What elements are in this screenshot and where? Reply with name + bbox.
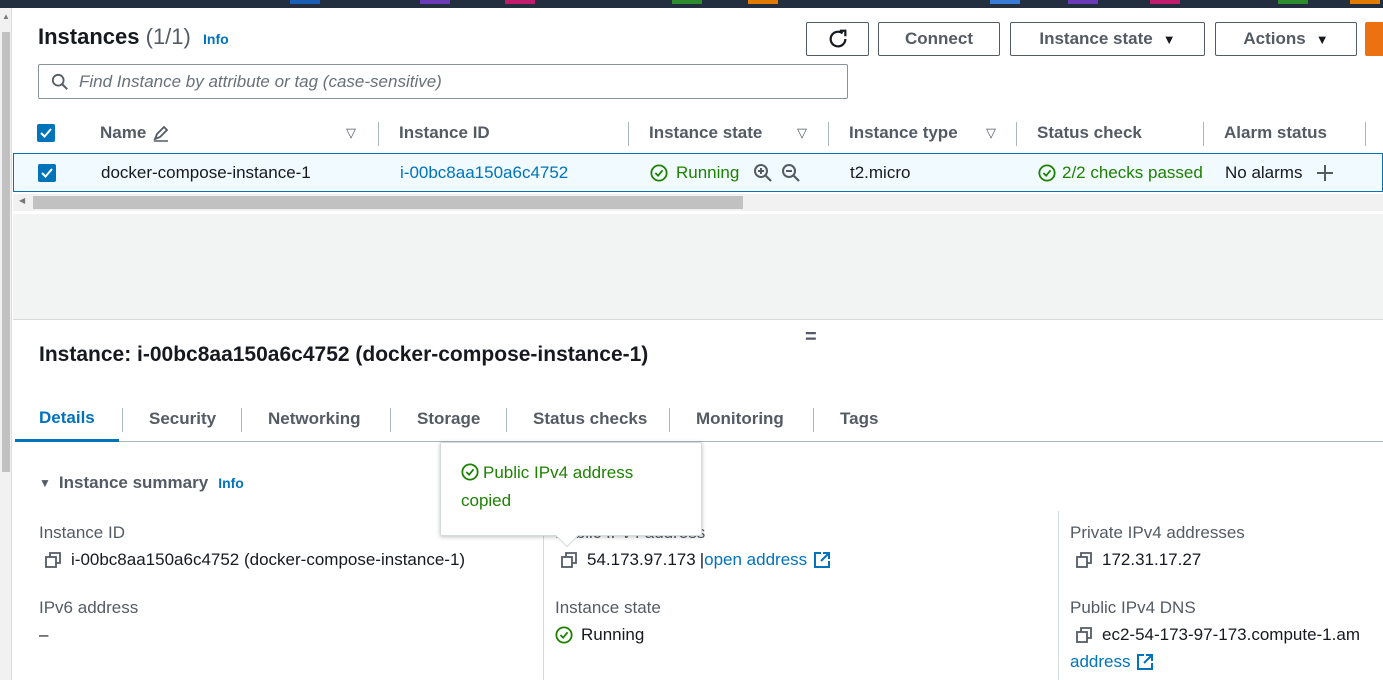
column-header-instance-state[interactable]: Instance state ▽ [649,116,814,150]
ipv6-label: IPv6 address [39,598,139,617]
tab-networking[interactable]: Networking [268,396,361,442]
summary-title: Instance summary [58,473,209,492]
sort-icon[interactable]: ▽ [986,125,996,141]
column-header-instance-id[interactable]: Instance ID [399,116,490,150]
horizontal-scrollbar[interactable]: ◀ [13,194,1383,211]
copy-icon[interactable] [561,552,577,568]
actions-label: Actions [1243,29,1306,48]
copy-icon[interactable] [45,552,61,568]
alarm-text: No alarms [1225,162,1303,182]
column-divider [1058,511,1059,680]
instance-count: (1/1) [145,24,191,49]
checkmark-icon [41,167,53,178]
open-address-link[interactable]: open address [704,550,807,569]
state-text: Running [676,162,740,182]
tab-status-checks[interactable]: Status checks [533,396,647,442]
column-header-name[interactable]: Name ▽ [100,116,375,150]
column-divider [543,511,544,680]
instance-state-button[interactable]: Instance state ▼ [1010,22,1205,56]
row-checkbox[interactable] [38,154,56,191]
drag-handle[interactable]: = [805,326,817,349]
instances-list-panel: Instances (1/1) Info Connect Instance st… [13,8,1383,214]
refresh-button[interactable] [806,22,869,56]
left-scrollbar[interactable]: ▲ [0,8,12,680]
info-link[interactable]: Info [203,31,229,47]
caret-down-icon: ▼ [39,476,51,490]
check-circle-icon [555,626,573,644]
private-ipv4-value: 172.31.17.27 [1076,550,1201,570]
status-check-text: 2/2 checks passed [1062,162,1203,182]
page-title: Instances (1/1) Info [38,24,229,50]
column-header-instance-type[interactable]: Instance type ▽ [849,116,999,150]
caret-down-icon: ▼ [1162,31,1176,47]
scroll-left-arrow-icon[interactable]: ◀ [19,196,25,205]
refresh-icon [829,29,846,48]
actions-button[interactable]: Actions ▼ [1215,22,1357,56]
sort-icon[interactable]: ▽ [346,125,356,141]
tab-storage[interactable]: Storage [417,396,480,442]
zoom-in-icon[interactable] [753,163,773,183]
instance-id-label: Instance ID [39,523,125,542]
instance-state-label: Instance state [555,598,661,617]
edit-pencil-icon [153,125,169,142]
connect-button[interactable]: Connect [878,22,1000,56]
public-dns-value: ec2-54-173-97-173.compute-1.am [1076,625,1360,645]
column-header-status-check[interactable]: Status check [1037,116,1142,150]
public-dns-label: Public IPv4 DNS [1070,598,1196,617]
scrollbar-thumb[interactable] [33,196,743,209]
split-panel-spacer [13,214,1383,320]
search-icon [51,73,68,90]
cell-name: docker-compose-instance-1 [101,162,311,182]
copied-popover: Public IPv4 address copied [440,442,702,548]
check-circle-icon [650,163,668,182]
instance-state-label: Instance state [1039,29,1153,48]
instance-id-value: i-00bc8aa150a6c4752 (docker-compose-inst… [45,550,465,570]
main-content: Instances (1/1) Info Connect Instance st… [13,8,1383,680]
tab-security[interactable]: Security [149,396,216,442]
column-header-alarm-status[interactable]: Alarm status [1224,116,1327,150]
plus-icon[interactable] [1316,164,1334,182]
tab-tags[interactable]: Tags [840,396,878,442]
search-input[interactable] [79,71,839,92]
launch-instances-button[interactable] [1365,22,1383,56]
private-ipv4-label: Private IPv4 addresses [1070,523,1245,542]
scroll-up-arrow-icon[interactable]: ▲ [2,12,10,21]
select-all-checkbox[interactable] [37,116,55,150]
instance-summary-header[interactable]: ▼ Instance summary Info [39,473,244,493]
cell-alarm-status: No alarms [1225,154,1334,191]
copied-message: Public IPv4 address copied [461,463,634,510]
connect-label: Connect [905,29,973,48]
copy-icon[interactable] [1076,627,1092,643]
top-nav-bar [0,0,1383,8]
tab-details[interactable]: Details [15,396,119,442]
check-circle-icon [1038,163,1056,182]
instance-id-link[interactable]: i-00bc8aa150a6c4752 [400,154,568,191]
instance-state-value: Running [555,625,644,645]
checkmark-icon [40,128,52,138]
cell-instance-state: Running [650,154,801,191]
sort-icon[interactable]: ▽ [797,125,807,141]
external-link-icon[interactable] [1136,653,1154,671]
status-check-link[interactable]: 2/2 checks passed [1038,154,1204,191]
tab-bar: Details Security Networking Storage Stat… [15,396,1383,442]
details-title: Instance: i-00bc8aa150a6c4752 (docker-co… [39,343,649,366]
external-link-icon[interactable] [813,551,831,569]
table-row[interactable]: docker-compose-instance-1 i-00bc8aa150a6… [13,153,1383,192]
ipv6-value: – [39,625,49,644]
zoom-out-icon[interactable] [781,163,801,183]
public-ipv4-value: 54.173.97.173 |open address [561,550,831,570]
tab-monitoring[interactable]: Monitoring [696,396,784,442]
page-title-text: Instances [38,24,140,49]
cell-instance-type: t2.micro [850,162,911,182]
scrollbar-thumb[interactable] [2,32,10,472]
summary-info-link[interactable]: Info [218,475,244,491]
caret-down-icon: ▼ [1315,31,1329,47]
check-circle-icon [461,463,479,481]
search-box[interactable] [38,64,848,99]
copy-icon[interactable] [1076,552,1092,568]
public-dns-address-link[interactable]: address [1070,652,1154,672]
table-header: Name ▽ Instance ID Instance state ▽ Inst… [13,116,1383,150]
